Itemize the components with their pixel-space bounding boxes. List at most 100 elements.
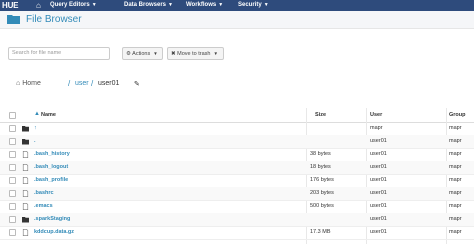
column-group-header[interactable]: Group (449, 112, 466, 118)
file-user: user01 (370, 138, 387, 144)
select-all-checkbox[interactable] (9, 112, 16, 119)
file-group: mapr (449, 138, 462, 144)
table-row[interactable]: .bashrc 203 bytes user01 mapr (0, 187, 474, 201)
file-group: mapr (449, 177, 462, 183)
actions-button[interactable]: ⚙ Actions ▼ (122, 47, 163, 60)
file-size: 17.3 MB (310, 229, 331, 235)
table-row[interactable]: ↑ mapr mapr (0, 122, 474, 136)
file-user: user01 (370, 229, 387, 235)
chevron-down-icon: ▼ (218, 2, 224, 8)
file-icon (22, 190, 29, 197)
row-checkbox[interactable] (9, 138, 16, 145)
file-icon (22, 177, 29, 184)
file-name-link[interactable]: .sparkStaging (34, 216, 70, 222)
file-name-link[interactable]: .bashrc (34, 190, 54, 196)
file-name-link[interactable]: . (34, 138, 36, 144)
move-to-trash-label: Move to trash (177, 51, 211, 57)
row-checkbox[interactable] (9, 125, 16, 132)
actions-label: Actions (132, 51, 151, 57)
file-icon (22, 151, 29, 158)
table-row[interactable]: .emacs 500 bytes user01 mapr (0, 200, 474, 214)
row-checkbox[interactable] (9, 190, 16, 197)
move-to-trash-button[interactable]: ✖ Move to trash ▼ (167, 47, 224, 60)
page-header: File Browser (0, 11, 474, 29)
nav-data-browsers-label: Data Browsers (124, 2, 167, 8)
file-user: mapr (370, 125, 383, 131)
table-row[interactable]: .bash_profile 176 bytes user01 mapr (0, 174, 474, 188)
gear-icon: ⚙ (126, 51, 131, 57)
breadcrumb-home[interactable]: ⌂ Home (16, 80, 41, 87)
table-row[interactable]: .sparkStaging user01 mapr (0, 213, 474, 227)
chevron-down-icon: ▼ (91, 2, 97, 8)
row-checkbox[interactable] (9, 229, 16, 236)
file-group: mapr (449, 229, 462, 235)
page-title: File Browser (26, 14, 82, 25)
breadcrumb-separator: / (91, 79, 94, 88)
row-checkbox[interactable] (9, 177, 16, 184)
file-name-link[interactable]: .bash_history (34, 151, 70, 157)
nav-workflows[interactable]: Workflows ▼ (186, 0, 223, 11)
table-row[interactable]: kddcup.data.gz 17.3 MB user01 mapr (0, 226, 474, 240)
chevron-down-icon: ▼ (213, 51, 218, 56)
file-icon (22, 229, 29, 236)
file-size: 38 bytes (310, 151, 331, 157)
file-size: 176 bytes (310, 177, 334, 183)
breadcrumb-separator: / (68, 79, 71, 88)
file-user: user01 (370, 203, 387, 209)
file-user: user01 (370, 216, 387, 222)
nav-security[interactable]: Security ▼ (238, 0, 269, 11)
breadcrumb-current: user01 (98, 80, 120, 87)
breadcrumb-home-label: Home (22, 80, 41, 87)
table-row[interactable]: .bash_logout 18 bytes user01 mapr (0, 161, 474, 175)
chevron-down-icon: ▼ (153, 51, 158, 56)
trash-icon: ✖ (171, 51, 176, 57)
file-name-link[interactable]: .emacs (34, 203, 53, 209)
table-row[interactable]: .bash_history 38 bytes user01 mapr (0, 148, 474, 162)
file-name-link[interactable]: .bash_logout (34, 164, 68, 170)
sort-asc-icon[interactable]: ▲ (34, 111, 40, 117)
nav-query-editors-label: Query Editors (50, 2, 90, 8)
folder-icon (22, 216, 29, 223)
nav-data-browsers[interactable]: Data Browsers ▼ (124, 0, 173, 11)
column-user-header[interactable]: User (370, 112, 382, 118)
nav-security-label: Security (238, 2, 262, 8)
folder-icon (22, 125, 29, 132)
home-icon[interactable]: ⌂ (36, 1, 41, 10)
file-user: user01 (370, 164, 387, 170)
row-checkbox[interactable] (9, 151, 16, 158)
row-checkbox[interactable] (9, 216, 16, 223)
folder-icon (7, 15, 20, 24)
nav-query-editors[interactable]: Query Editors ▼ (50, 0, 97, 11)
file-user: user01 (370, 177, 387, 183)
file-name-link[interactable]: kddcup.data.gz (34, 229, 74, 235)
breadcrumb-user[interactable]: user (75, 80, 89, 87)
chevron-down-icon: ▼ (263, 2, 269, 8)
table-header: ▲ Name Size User Group (0, 108, 474, 123)
file-group: mapr (449, 151, 462, 157)
file-icon (22, 203, 29, 210)
file-group: mapr (449, 216, 462, 222)
top-nav-bar: HUE ⌂ Query Editors ▼ Data Browsers ▼ Work… (0, 0, 474, 11)
column-size-header[interactable]: Size (315, 112, 326, 118)
file-size: 18 bytes (310, 164, 331, 170)
file-size: 203 bytes (310, 190, 334, 196)
pencil-icon[interactable]: ✎ (134, 80, 140, 88)
row-checkbox[interactable] (9, 164, 16, 171)
folder-icon (22, 138, 29, 145)
file-name-link[interactable]: .bash_profile (34, 177, 68, 183)
file-group: mapr (449, 164, 462, 170)
file-group: mapr (449, 190, 462, 196)
file-group: mapr (449, 203, 462, 209)
table-row[interactable]: . user01 mapr (0, 135, 474, 149)
nav-workflows-label: Workflows (186, 2, 217, 8)
file-size: 500 bytes (310, 203, 334, 209)
file-group: mapr (449, 125, 462, 131)
file-user: user01 (370, 151, 387, 157)
row-checkbox[interactable] (9, 203, 16, 210)
hue-logo[interactable]: HUE (2, 0, 19, 11)
chevron-down-icon: ▼ (168, 2, 173, 8)
column-name-header[interactable]: Name (41, 112, 56, 118)
file-name-link[interactable]: ↑ (34, 125, 37, 131)
file-user: user01 (370, 190, 387, 196)
search-input[interactable]: Search for file name (8, 47, 110, 60)
